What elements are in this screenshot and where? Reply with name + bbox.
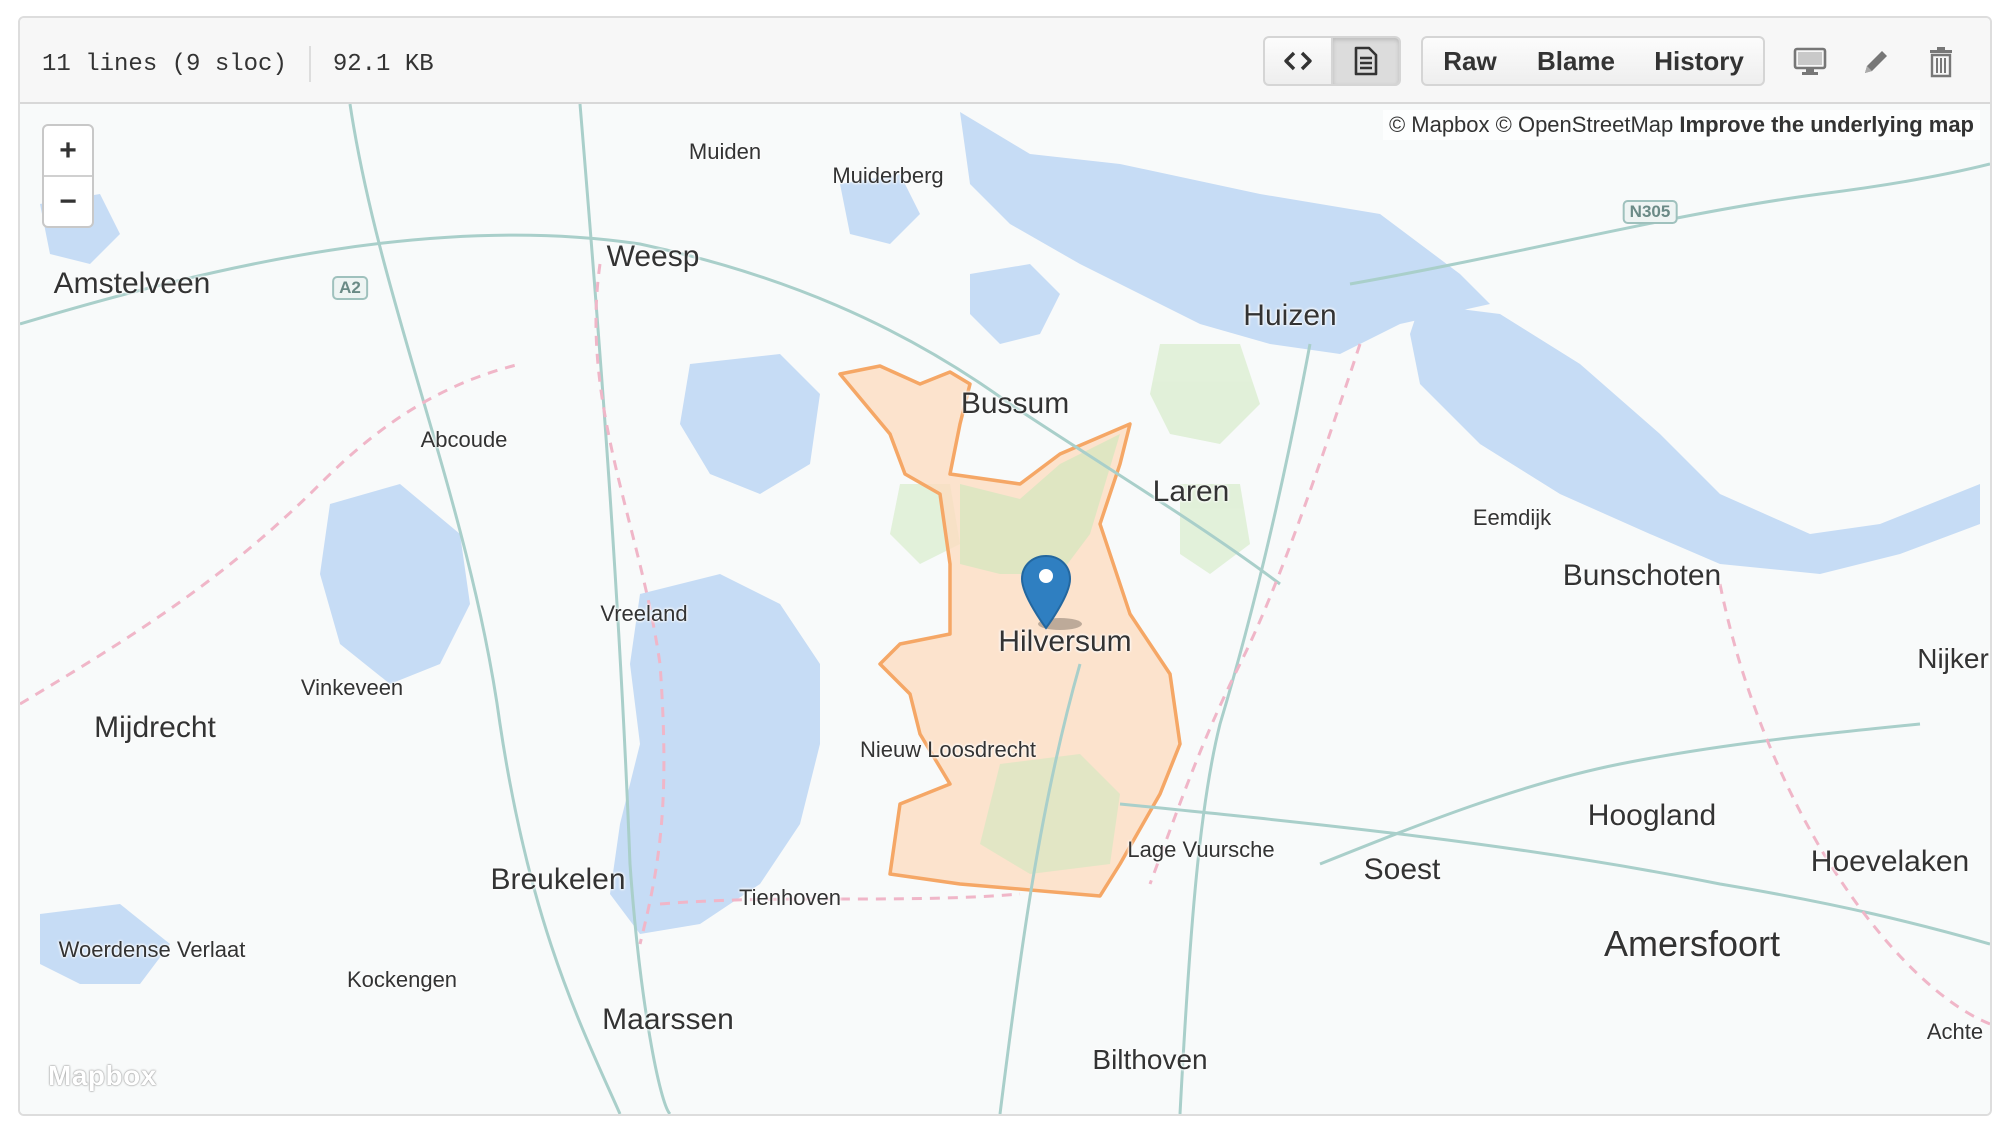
place-hoogland: Hoogland bbox=[1587, 799, 1717, 832]
trashcan-icon bbox=[1930, 47, 1952, 78]
place-vinkeveen: Vinkeveen bbox=[300, 675, 404, 700]
place-bussum: Bussum bbox=[960, 387, 1070, 420]
road-north-east bbox=[1349, 162, 1990, 286]
place-tienhoven: Tienhoven bbox=[739, 885, 841, 910]
map-view[interactable]: Amstelveen Weesp Muiden Muiderberg Huize… bbox=[20, 104, 1990, 1114]
place-weesp: Weesp bbox=[606, 240, 700, 273]
file-info: 11 lines (9 sloc) 92.1 KB bbox=[42, 46, 434, 82]
raw-button[interactable]: Raw bbox=[1421, 36, 1519, 86]
zoom-control: + − bbox=[42, 124, 94, 228]
place-achte: Achte bbox=[1926, 1019, 1984, 1044]
road-soest bbox=[1319, 722, 1921, 866]
line-count: 11 lines (9 sloc) bbox=[42, 50, 287, 78]
eemmeer-water bbox=[1410, 304, 1980, 574]
ankeveen-lakes bbox=[680, 354, 820, 494]
place-muiderberg: Muiderberg bbox=[832, 163, 944, 188]
code-icon bbox=[1284, 51, 1312, 71]
place-laren: Laren bbox=[1152, 475, 1230, 508]
place-kockengen: Kockengen bbox=[346, 967, 458, 992]
file-header: 11 lines (9 sloc) 92.1 KB Raw Blame Hist… bbox=[20, 18, 1990, 104]
road-shield-a2: A2 bbox=[332, 276, 368, 300]
naardermeer bbox=[970, 264, 1060, 344]
place-huizen: Huizen bbox=[1243, 299, 1337, 332]
place-nieuw-loosdrecht: Nieuw Loosdrecht bbox=[859, 737, 1037, 762]
place-breukelen: Breukelen bbox=[490, 863, 626, 896]
road-shield-n305: N305 bbox=[1622, 200, 1678, 224]
map-attribution: © Mapbox © OpenStreetMap Improve the und… bbox=[1382, 110, 1980, 140]
loosdrecht-lakes bbox=[610, 574, 820, 934]
desktop-button[interactable] bbox=[1790, 42, 1830, 82]
delete-button[interactable] bbox=[1921, 42, 1961, 82]
rendered-view-button[interactable] bbox=[1331, 36, 1401, 86]
forest-north bbox=[1150, 344, 1260, 444]
file-text-icon bbox=[1354, 46, 1378, 76]
edit-button[interactable] bbox=[1856, 42, 1896, 82]
zoom-out-button[interactable]: − bbox=[44, 177, 92, 227]
place-maarssen: Maarssen bbox=[602, 1003, 734, 1036]
improve-map-link[interactable]: Improve the underlying map bbox=[1679, 112, 1974, 137]
code-view-button[interactable] bbox=[1263, 36, 1333, 86]
file-size: 92.1 KB bbox=[332, 50, 434, 78]
place-nijkerk: Nijkerk bbox=[1917, 643, 1990, 674]
place-mijdrecht: Mijdrecht bbox=[94, 711, 216, 744]
history-button[interactable]: History bbox=[1635, 36, 1765, 86]
place-hilversum: Hilversum bbox=[998, 625, 1132, 658]
vinkeveen-lakes bbox=[320, 484, 470, 684]
zoom-in-button[interactable]: + bbox=[44, 126, 92, 177]
place-muiden: Muiden bbox=[688, 139, 762, 164]
place-vreeland: Vreeland bbox=[600, 601, 688, 626]
place-amstelveen: Amstelveen bbox=[53, 267, 211, 300]
pencil-icon bbox=[1865, 51, 1887, 73]
place-lage-vuursche: Lage Vuursche bbox=[1127, 837, 1275, 862]
place-hoevelaken: Hoevelaken bbox=[1810, 845, 1970, 878]
attribution-text: © Mapbox © OpenStreetMap bbox=[1388, 112, 1680, 137]
place-abcoude: Abcoude bbox=[420, 427, 508, 452]
device-desktop-icon bbox=[1793, 47, 1827, 75]
blame-button[interactable]: Blame bbox=[1517, 36, 1637, 86]
road-east bbox=[1178, 343, 1312, 1114]
place-bunschoten: Bunschoten bbox=[1562, 559, 1722, 592]
mapbox-logo[interactable]: Mapbox bbox=[48, 1060, 157, 1092]
file-box: 11 lines (9 sloc) 92.1 KB Raw Blame Hist… bbox=[18, 16, 1992, 1116]
place-soest: Soest bbox=[1363, 853, 1441, 886]
place-bilthoven: Bilthoven bbox=[1092, 1044, 1208, 1075]
place-woerdense-verlaat: Woerdense Verlaat bbox=[58, 937, 246, 962]
place-eemdijk: Eemdijk bbox=[1472, 505, 1552, 530]
file-info-divider bbox=[308, 46, 311, 82]
place-amersfoort: Amersfoort bbox=[1603, 923, 1781, 964]
map-pin-icon[interactable] bbox=[1020, 554, 1084, 634]
